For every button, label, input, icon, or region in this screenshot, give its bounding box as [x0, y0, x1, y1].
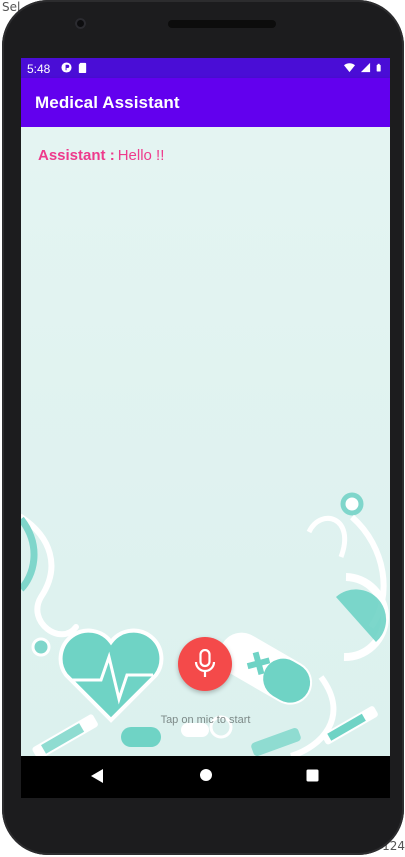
sd-card-icon	[78, 62, 87, 73]
wifi-icon	[344, 63, 355, 73]
back-icon[interactable]	[90, 768, 104, 784]
earpiece-speaker	[168, 20, 276, 28]
app-title: Medical Assistant	[35, 93, 180, 112]
front-camera	[75, 18, 86, 29]
status-time: 5:48	[27, 62, 51, 76]
microphone-icon	[194, 649, 216, 677]
phone-frame: 5:48 Medical Assistant Assistant: Hello…	[2, 0, 404, 855]
battery-icon	[376, 63, 381, 72]
chat-area: Assistant : Hello !! Tap on mic to start	[21, 127, 390, 756]
app-bar: Medical Assistant	[21, 78, 390, 127]
mic-hint: Tap on mic to start	[160, 714, 251, 726]
status-bar: 5:48	[21, 58, 390, 78]
cell-signal-icon	[360, 62, 371, 73]
device-screen: 5:48 Medical Assistant Assistant: Hello…	[21, 58, 390, 798]
recents-icon[interactable]	[306, 769, 319, 782]
message-speaker: Assistant :	[38, 147, 115, 164]
navigation-bar	[21, 756, 390, 798]
message-text: Hello !!	[117, 147, 165, 164]
chat-message: Assistant : Hello !!	[38, 147, 164, 164]
home-icon[interactable]	[199, 768, 213, 782]
mic-button[interactable]	[178, 637, 232, 691]
app-badge-icon	[61, 62, 72, 73]
